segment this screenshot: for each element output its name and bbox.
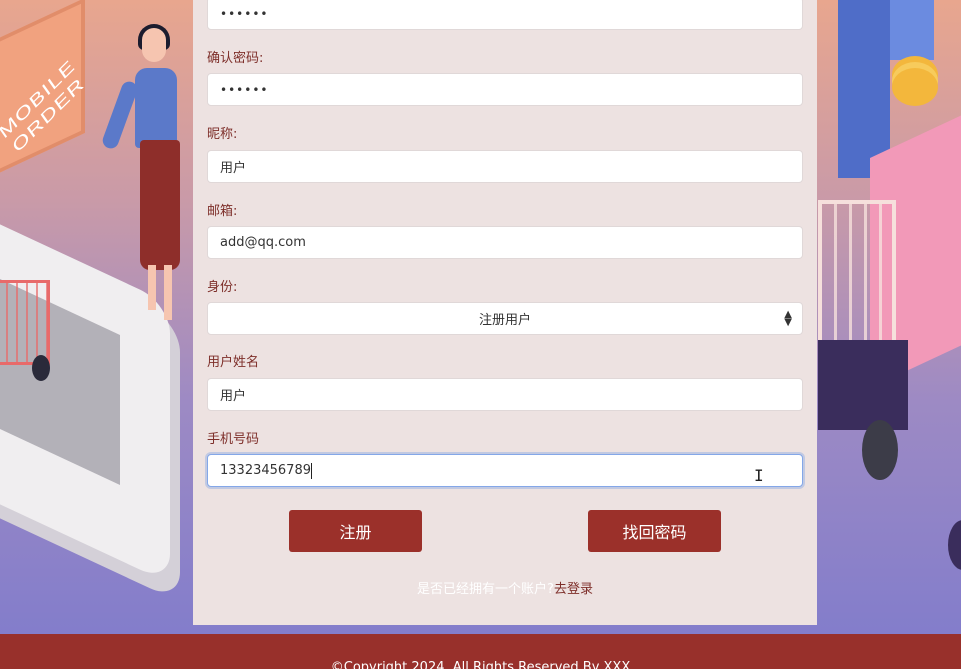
- footer-copyright: ©Copyright 2024. All Rights Reserved By …: [330, 660, 631, 669]
- cart-wheel-illustration: [32, 355, 50, 381]
- email-field[interactable]: add@qq.com: [207, 226, 803, 259]
- username-label: 用户姓名: [207, 355, 260, 370]
- username-field[interactable]: 用户: [207, 378, 803, 411]
- building-illustration: [890, 0, 934, 60]
- mobile-order-sign: MOBILE ORDER: [0, 0, 88, 178]
- person-leg-illustration: [148, 265, 156, 310]
- password-field[interactable]: ••••••: [207, 0, 803, 30]
- confirm-password-field[interactable]: ••••••: [207, 73, 803, 106]
- person-head-illustration: [142, 28, 166, 62]
- login-question-text: 是否已经拥有一个账户?: [417, 582, 554, 597]
- identity-selected-value: 注册用户: [478, 313, 531, 328]
- register-form: •••••• 确认密码: •••••• 昵称: 用户 邮箱: add@qq.co…: [193, 0, 817, 625]
- person-arm-illustration: [100, 79, 140, 151]
- recover-password-button[interactable]: 找回密码: [588, 510, 721, 552]
- email-value: add@qq.com: [220, 235, 306, 250]
- go-login-link[interactable]: 去登录: [554, 582, 593, 597]
- coins-icon: [892, 68, 938, 106]
- identity-select[interactable]: 注册用户 ▲ ▼: [207, 302, 803, 335]
- footer: ©Copyright 2024. All Rights Reserved By …: [0, 634, 961, 669]
- ball-illustration: [948, 520, 961, 570]
- phone-value: 13323456789: [220, 463, 311, 478]
- phone-field[interactable]: 13323456789: [207, 454, 803, 487]
- nickname-label: 昵称:: [207, 127, 238, 142]
- identity-label: 身份:: [207, 280, 238, 295]
- confirm-password-label: 确认密码:: [207, 51, 264, 66]
- username-value: 用户: [220, 389, 247, 404]
- person-leg-illustration: [164, 265, 172, 320]
- confirm-password-value: ••••••: [220, 82, 269, 97]
- phone-label: 手机号码: [207, 432, 260, 447]
- ibeam-cursor-icon: I: [754, 466, 764, 485]
- password-value: ••••••: [220, 6, 269, 21]
- shopping-cart-illustration: [0, 280, 50, 365]
- email-label: 邮箱:: [207, 204, 238, 219]
- cart-wheel-illustration: [862, 420, 898, 480]
- select-arrows-icon: ▲ ▼: [784, 309, 792, 328]
- register-button[interactable]: 注册: [289, 510, 422, 552]
- mobile-order-sign-text: MOBILE ORDER: [0, 56, 88, 157]
- person-skirt-illustration: [140, 140, 180, 270]
- cart-base-illustration: [818, 340, 908, 430]
- text-caret: [310, 462, 312, 479]
- nickname-value: 用户: [220, 161, 247, 176]
- nickname-field[interactable]: 用户: [207, 150, 803, 183]
- person-body-illustration: [135, 68, 177, 148]
- login-prompt: 是否已经拥有一个账户?去登录: [193, 578, 817, 597]
